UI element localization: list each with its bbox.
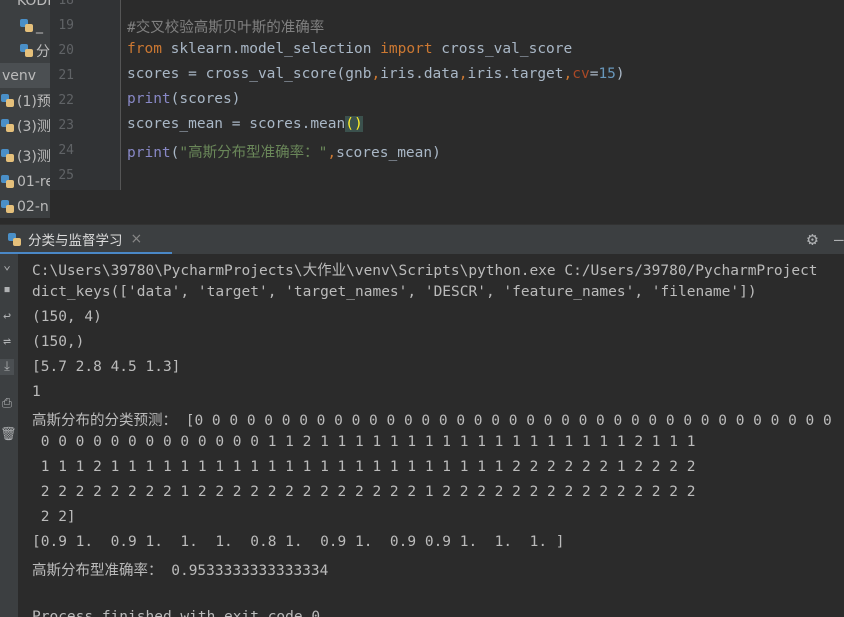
line-number: 23 [58, 118, 74, 133]
close-icon[interactable]: × [131, 231, 143, 247]
run-side-toolbar: ⌄ ▪ ↩ ⇌ ⤓ ⎙ 🗑 [0, 254, 18, 617]
line-number: 22 [58, 93, 74, 108]
gear-icon[interactable]: ⚙ [807, 229, 818, 250]
tree-item-label: (3)测 [17, 148, 50, 165]
keyword-from: from [127, 41, 162, 57]
trash-icon[interactable]: 🗑 [0, 427, 17, 443]
console-line: 0 0 0 0 0 0 0 0 0 0 0 0 0 1 1 2 1 1 1 1 … [32, 434, 696, 450]
builtin-print: print [127, 145, 171, 161]
wrap-icon[interactable]: ⇌ [0, 334, 14, 350]
code-line-24[interactable]: print("高斯分布型准确率：",scores_mean) [127, 141, 441, 162]
tree-item-file[interactable]: (3)测 [0, 113, 50, 138]
matched-paren: () [345, 116, 363, 132]
line-number-gutter: 18 19 20 21 22 23 24 25 [50, 0, 120, 190]
tree-item-label: venv [2, 67, 37, 84]
number-literal: 15 [598, 66, 616, 82]
code-text: iris.target [467, 66, 564, 82]
console-line: [5.7 2.8 4.5 1.3] [32, 359, 181, 375]
python-file-icon [20, 19, 33, 32]
module-name: sklearn.model_selection [161, 41, 381, 57]
code-line-22[interactable]: print(scores) [127, 91, 241, 107]
code-text: scores_mean = scores.mean [127, 116, 346, 132]
builtin-print: print [127, 91, 171, 107]
tree-item-file[interactable]: (1)预 [0, 88, 50, 113]
line-number: 21 [58, 68, 74, 83]
code-text: ) [615, 66, 625, 82]
scroll-to-end-icon[interactable]: ⤓ [0, 359, 14, 375]
console-line: C:\Users\39780\PycharmProjects\大作业\venv\… [32, 263, 818, 279]
code-text: scores = cross_val_score(gnb [127, 66, 372, 82]
code-line-19[interactable]: #交叉校验高斯贝叶斯的准确率 [127, 16, 324, 37]
minimize-icon[interactable]: – [834, 230, 844, 249]
code-line-23[interactable]: scores_mean = scores.mean() [127, 116, 363, 132]
code-text: (scores) [170, 91, 241, 107]
console-line: 1 [32, 384, 41, 400]
console-line: [0.9 1. 0.9 1. 1. 1. 0.8 1. 0.9 1. 0.9 0… [32, 534, 565, 550]
python-icon [8, 232, 21, 246]
console-line: 高斯分布的分类预测： [0 0 0 0 0 0 0 0 0 0 0 0 0 0 … [32, 413, 832, 429]
tree-item-label: _ [36, 17, 43, 34]
tree-item-label: 01-re [17, 173, 50, 190]
python-file-icon [1, 119, 14, 132]
code-line-20[interactable]: from sklearn.model_selection import cros… [127, 41, 572, 57]
param-name: cv [572, 66, 590, 82]
tree-item-label: KODI [17, 0, 50, 9]
console-line: 1 1 1 2 1 1 1 1 1 1 1 1 1 1 1 1 1 1 1 1 … [32, 459, 696, 475]
print-icon[interactable]: ⎙ [0, 396, 14, 412]
python-file-icon [20, 44, 33, 57]
chevron-down-icon[interactable]: ⌄ [0, 258, 14, 274]
stop-icon[interactable]: ▪ [0, 282, 14, 298]
console-line: 2 2] [32, 509, 76, 525]
tree-item-file[interactable]: 01-re [0, 169, 50, 194]
python-file-icon [1, 94, 14, 107]
line-number: 25 [58, 168, 74, 183]
gutter-divider [120, 0, 121, 190]
console-line: 高斯分布型准确率： 0.9533333333333334 [32, 563, 329, 579]
console-line: Process finished with exit code 0 [32, 609, 321, 617]
line-number: 19 [58, 18, 74, 33]
project-tree: KODI _ 分 venv (1)预 (3)测 (3)测 01-re 02-n [0, 0, 50, 218]
string-literal: "高斯分布型准确率：" [179, 145, 328, 161]
tree-item-label: 分 [36, 43, 50, 60]
import-name: cross_val_score [432, 41, 573, 57]
tab-run-config[interactable]: 分类与监督学习 × [8, 225, 142, 253]
tree-item-venv[interactable]: venv [0, 63, 50, 88]
tree-item-label: (1)预 [17, 93, 50, 110]
tree-item-label: (3)测 [17, 118, 50, 135]
code-editor[interactable]: 18 19 20 21 22 23 24 25 #交叉校验高斯贝叶斯的准确率 f… [50, 0, 844, 218]
editor-horizontal-scroll-area[interactable] [50, 190, 844, 218]
comma: , [563, 66, 573, 82]
keyword-import: import [380, 41, 433, 57]
console-line: 2 2 2 2 2 2 2 2 1 2 2 2 2 2 2 2 2 2 2 2 … [32, 484, 696, 500]
run-console-output[interactable]: C:\Users\39780\PycharmProjects\大作业\venv\… [18, 254, 844, 617]
run-toolbar: 分类与监督学习 × ⚙ – [0, 224, 844, 255]
code-comment: #交叉校验高斯贝叶斯的准确率 [127, 20, 325, 36]
comma: , [371, 66, 381, 82]
comma: , [327, 145, 337, 161]
tree-item-file[interactable]: 02-n [0, 194, 50, 218]
tree-item-file[interactable]: _ [0, 13, 50, 38]
console-line: dict_keys(['data', 'target', 'target_nam… [32, 284, 757, 300]
python-file-icon [1, 175, 14, 188]
line-number: 20 [58, 43, 74, 58]
line-number: 24 [58, 143, 74, 158]
line-number: 18 [58, 0, 74, 8]
code-line-21[interactable]: scores = cross_val_score(gnb,iris.data,i… [127, 66, 625, 82]
tree-item-file[interactable]: (3)测 [0, 143, 50, 168]
python-file-icon [1, 200, 14, 213]
tree-item-file[interactable]: 分 [0, 38, 50, 63]
python-file-icon [1, 149, 14, 162]
soft-wrap-icon[interactable]: ↩ [0, 309, 14, 325]
tab-label: 分类与监督学习 [28, 233, 123, 249]
code-text: iris.data [380, 66, 459, 82]
console-line: (150, 4) [32, 309, 102, 325]
console-line: (150,) [32, 334, 85, 350]
tree-item-label: 02-n [17, 198, 49, 215]
tree-item-kodi[interactable]: KODI [0, 0, 50, 13]
code-text: scores_mean) [336, 145, 441, 161]
